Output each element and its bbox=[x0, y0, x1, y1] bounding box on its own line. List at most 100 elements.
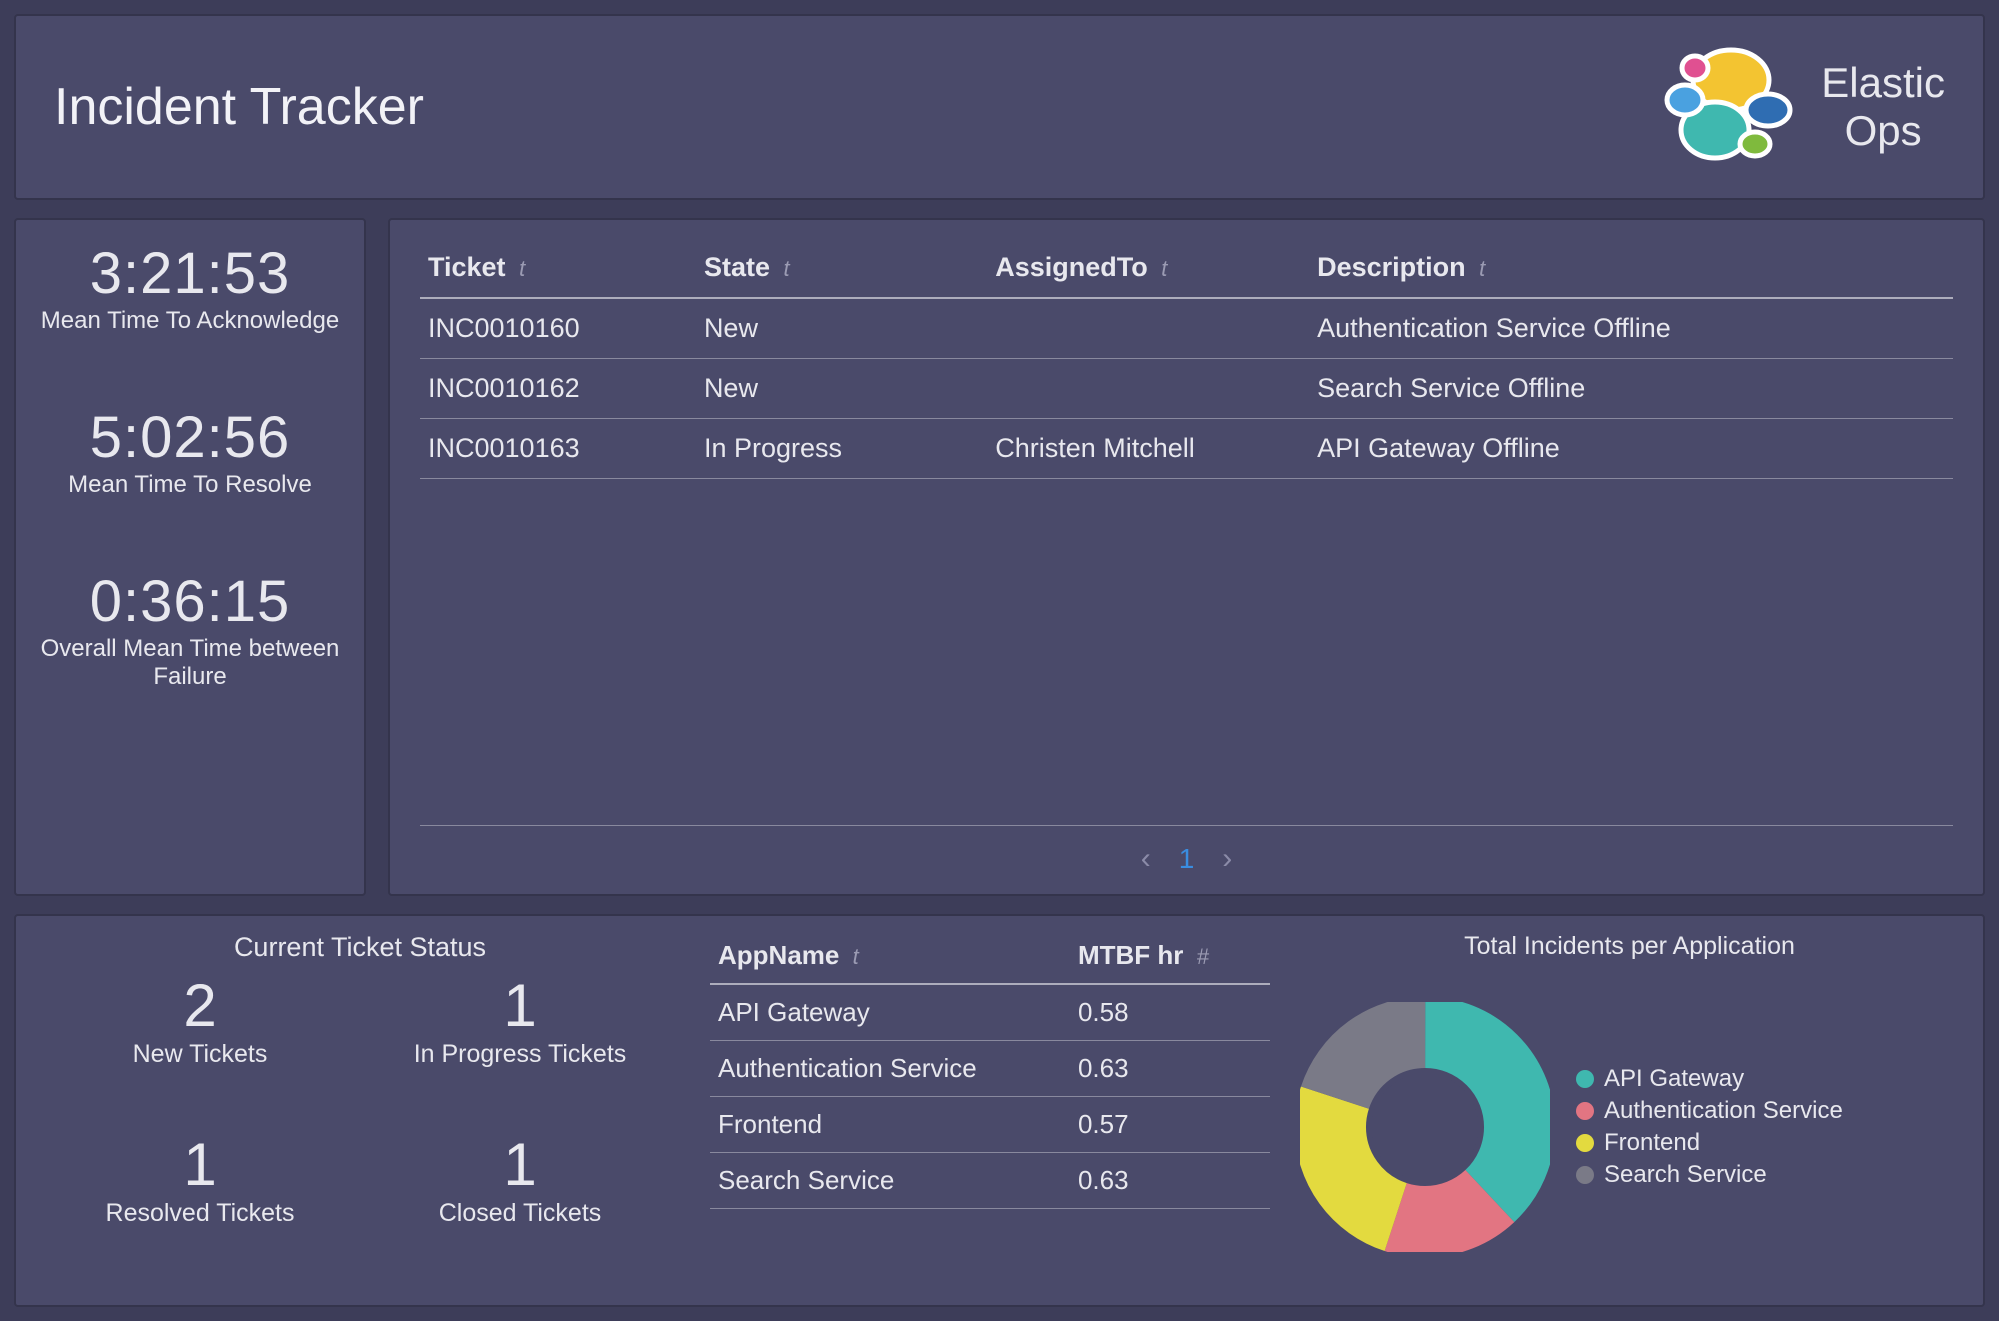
status-closed: 1 Closed Tickets bbox=[360, 1130, 680, 1289]
status-label: New Tickets bbox=[40, 1040, 360, 1069]
cell-desc: Authentication Service Offline bbox=[1309, 298, 1953, 359]
metric-mttr: 5:02:56 Mean Time To Resolve bbox=[28, 404, 352, 500]
ticket-table: Ticket t State t AssignedTo t Descript bbox=[420, 242, 1953, 479]
donut-title: Total Incidents per Application bbox=[1300, 932, 1959, 961]
mtbf-table-block: AppName t MTBF hr # API Gateway 0.58 bbox=[710, 932, 1270, 1289]
cell-assigned bbox=[987, 359, 1309, 419]
col-state[interactable]: State t bbox=[696, 242, 987, 298]
legend-label: Authentication Service bbox=[1604, 1097, 1843, 1125]
status-inprogress: 1 In Progress Tickets bbox=[360, 971, 680, 1130]
sort-text-icon: t bbox=[1161, 256, 1179, 282]
header-panel: Incident Tracker Elastic Ops bbox=[14, 14, 1985, 200]
legend-label: API Gateway bbox=[1604, 1065, 1744, 1093]
legend-item[interactable]: Frontend bbox=[1576, 1129, 1843, 1157]
sort-text-icon: t bbox=[783, 256, 801, 282]
brand-line1: Elastic bbox=[1821, 59, 1945, 107]
status-count: 1 bbox=[360, 971, 680, 1040]
table-row[interactable]: INC0010162 New Search Service Offline bbox=[420, 359, 1953, 419]
status-label: In Progress Tickets bbox=[360, 1040, 680, 1069]
donut-row: API Gateway Authentication Service Front… bbox=[1300, 965, 1959, 1289]
metric-label: Mean Time To Resolve bbox=[28, 471, 352, 500]
metric-mtta: 3:21:53 Mean Time To Acknowledge bbox=[28, 240, 352, 336]
sort-text-icon: t bbox=[1479, 256, 1497, 282]
cell-ticket: INC0010163 bbox=[420, 419, 696, 479]
cell-mtbf: 0.57 bbox=[1070, 1097, 1270, 1153]
cell-assigned: Christen Mitchell bbox=[987, 419, 1309, 479]
sort-text-icon: t bbox=[519, 256, 537, 282]
status-new: 2 New Tickets bbox=[40, 971, 360, 1130]
col-ticket[interactable]: Ticket t bbox=[420, 242, 696, 298]
legend-item[interactable]: Search Service bbox=[1576, 1161, 1843, 1189]
col-mtbf[interactable]: MTBF hr # bbox=[1070, 932, 1270, 984]
cell-app: Authentication Service bbox=[710, 1041, 1070, 1097]
cell-mtbf: 0.63 bbox=[1070, 1153, 1270, 1209]
table-row[interactable]: INC0010163 In Progress Christen Mitchell… bbox=[420, 419, 1953, 479]
legend-label: Search Service bbox=[1604, 1161, 1767, 1189]
table-row[interactable]: Frontend 0.57 bbox=[710, 1097, 1270, 1153]
bottom-panel: Current Ticket Status 2 New Tickets 1 In… bbox=[14, 914, 1985, 1307]
mtbf-table: AppName t MTBF hr # API Gateway 0.58 bbox=[710, 932, 1270, 1209]
cell-ticket: INC0010162 bbox=[420, 359, 696, 419]
legend-item[interactable]: API Gateway bbox=[1576, 1065, 1843, 1093]
cell-state: In Progress bbox=[696, 419, 987, 479]
elastic-logo-icon bbox=[1647, 32, 1797, 182]
cell-app: API Gateway bbox=[710, 984, 1070, 1041]
pager: ‹ 1 › bbox=[420, 825, 1953, 876]
status-label: Closed Tickets bbox=[360, 1199, 680, 1228]
legend-swatch-icon bbox=[1576, 1102, 1594, 1120]
sort-text-icon: t bbox=[853, 944, 871, 970]
status-count: 1 bbox=[360, 1130, 680, 1199]
table-header-row: AppName t MTBF hr # bbox=[710, 932, 1270, 984]
metric-value: 0:36:15 bbox=[28, 568, 352, 635]
dashboard-root: Incident Tracker Elastic Ops bbox=[0, 0, 1999, 1321]
cell-state: New bbox=[696, 359, 987, 419]
status-label: Resolved Tickets bbox=[40, 1199, 360, 1228]
pager-current[interactable]: 1 bbox=[1179, 843, 1195, 875]
pager-next-icon[interactable]: › bbox=[1222, 842, 1232, 876]
brand-block: Elastic Ops bbox=[1647, 32, 1945, 182]
cell-state: New bbox=[696, 298, 987, 359]
metric-value: 3:21:53 bbox=[28, 240, 352, 307]
sort-numeric-icon: # bbox=[1197, 944, 1215, 970]
status-title: Current Ticket Status bbox=[40, 932, 680, 963]
brand-line2: Ops bbox=[1821, 107, 1945, 155]
cell-assigned bbox=[987, 298, 1309, 359]
status-grid: 2 New Tickets 1 In Progress Tickets 1 Re… bbox=[40, 971, 680, 1289]
legend-item[interactable]: Authentication Service bbox=[1576, 1097, 1843, 1125]
legend-swatch-icon bbox=[1576, 1070, 1594, 1088]
donut-chart bbox=[1300, 1002, 1550, 1252]
pager-prev-icon[interactable]: ‹ bbox=[1141, 842, 1151, 876]
donut-block: Total Incidents per Application API Gate… bbox=[1300, 932, 1959, 1289]
legend-swatch-icon bbox=[1576, 1166, 1594, 1184]
col-appname[interactable]: AppName t bbox=[710, 932, 1070, 984]
metric-value: 5:02:56 bbox=[28, 404, 352, 471]
col-assignedto[interactable]: AssignedTo t bbox=[987, 242, 1309, 298]
status-count: 2 bbox=[40, 971, 360, 1040]
page-title: Incident Tracker bbox=[54, 77, 424, 137]
donut-legend: API Gateway Authentication Service Front… bbox=[1576, 1065, 1843, 1189]
cell-ticket: INC0010160 bbox=[420, 298, 696, 359]
ticket-status-block: Current Ticket Status 2 New Tickets 1 In… bbox=[40, 932, 680, 1289]
middle-row: 3:21:53 Mean Time To Acknowledge 5:02:56… bbox=[14, 218, 1985, 896]
metric-mtbf: 0:36:15 Overall Mean Time between Failur… bbox=[28, 568, 352, 693]
cell-mtbf: 0.63 bbox=[1070, 1041, 1270, 1097]
table-header-row: Ticket t State t AssignedTo t Descript bbox=[420, 242, 1953, 298]
metric-label: Overall Mean Time between Failure bbox=[28, 635, 352, 693]
legend-swatch-icon bbox=[1576, 1134, 1594, 1152]
status-resolved: 1 Resolved Tickets bbox=[40, 1130, 360, 1289]
col-description[interactable]: Description t bbox=[1309, 242, 1953, 298]
metric-label: Mean Time To Acknowledge bbox=[28, 307, 352, 336]
table-row[interactable]: Authentication Service 0.63 bbox=[710, 1041, 1270, 1097]
metrics-panel: 3:21:53 Mean Time To Acknowledge 5:02:56… bbox=[14, 218, 366, 896]
cell-mtbf: 0.58 bbox=[1070, 984, 1270, 1041]
legend-label: Frontend bbox=[1604, 1129, 1700, 1157]
ticket-table-panel: Ticket t State t AssignedTo t Descript bbox=[388, 218, 1985, 896]
status-count: 1 bbox=[40, 1130, 360, 1199]
table-row[interactable]: Search Service 0.63 bbox=[710, 1153, 1270, 1209]
cell-desc: Search Service Offline bbox=[1309, 359, 1953, 419]
table-row[interactable]: API Gateway 0.58 bbox=[710, 984, 1270, 1041]
brand-text: Elastic Ops bbox=[1821, 59, 1945, 156]
cell-app: Frontend bbox=[710, 1097, 1070, 1153]
table-row[interactable]: INC0010160 New Authentication Service Of… bbox=[420, 298, 1953, 359]
cell-desc: API Gateway Offline bbox=[1309, 419, 1953, 479]
